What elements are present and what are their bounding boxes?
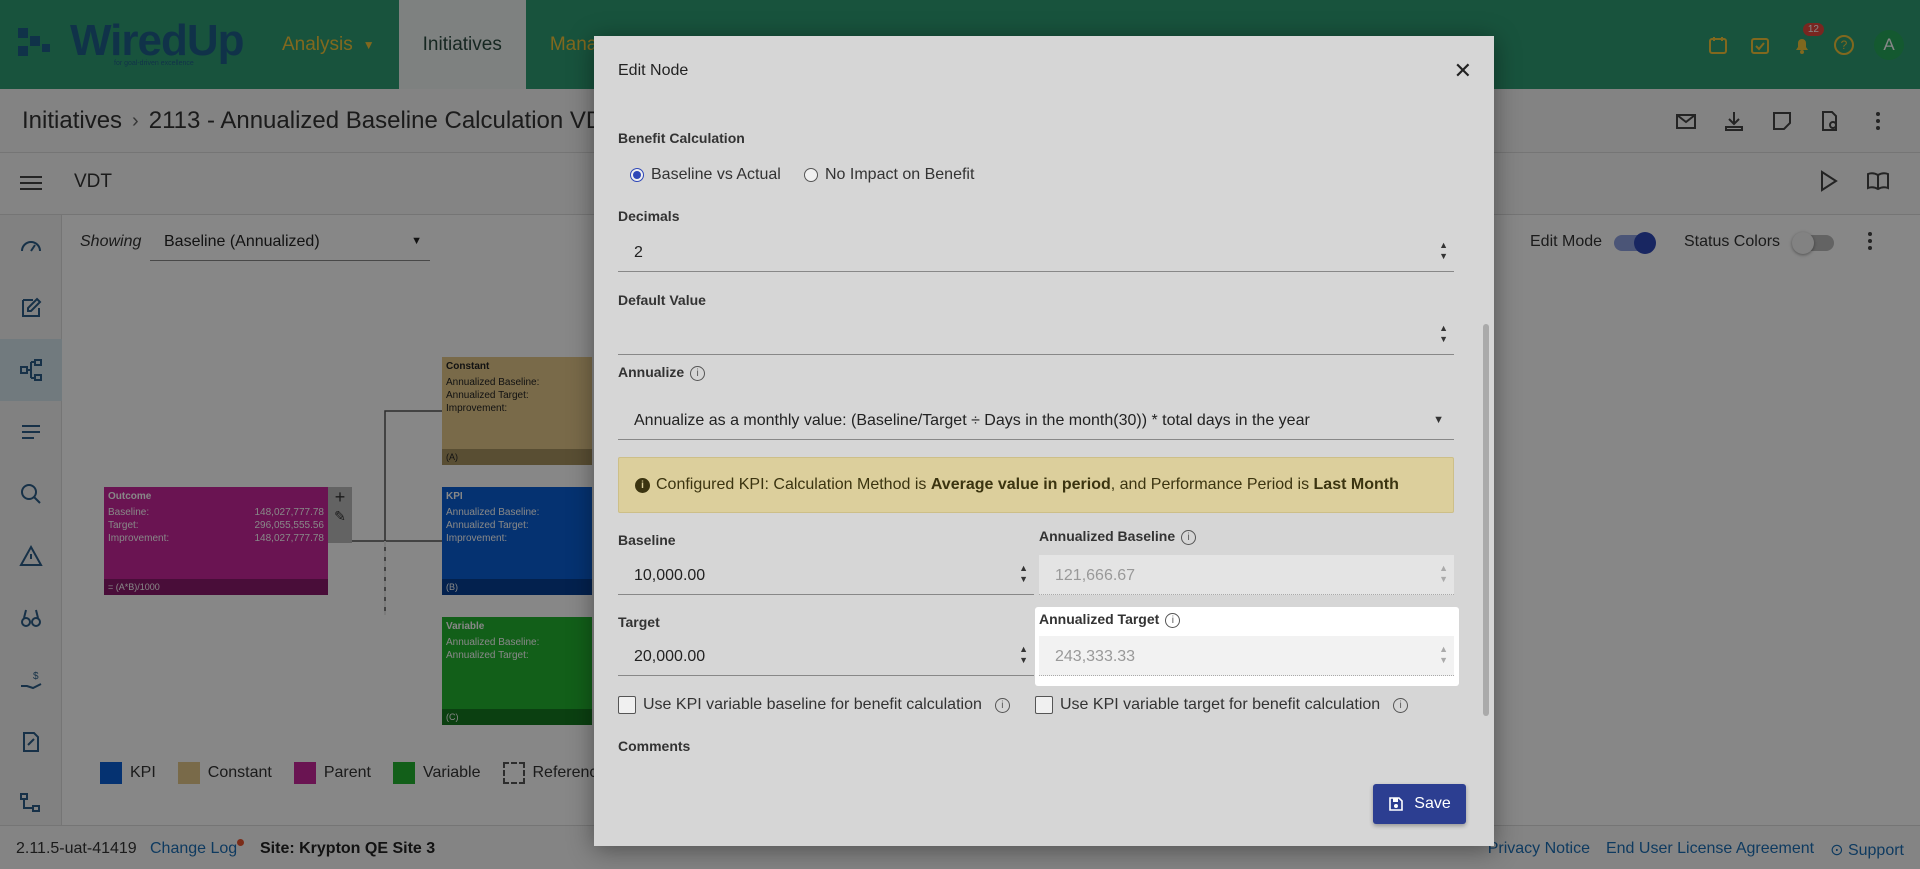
info-icon[interactable]: i	[1393, 697, 1409, 713]
save-icon	[1389, 797, 1404, 811]
baseline-input[interactable]: 10,000.00 ▲ ▼	[618, 555, 1034, 595]
comments-label: Comments	[618, 738, 691, 754]
baseline-label: Baseline	[618, 532, 676, 548]
annualize-select[interactable]: Annualize as a monthly value: (Baseline/…	[618, 400, 1454, 440]
notice-period: Last Month	[1313, 476, 1399, 493]
annualized-target-label-text: Annualized Target	[1039, 611, 1160, 627]
target-input[interactable]: 20,000.00 ▲ ▼	[618, 636, 1034, 676]
radio-label: No Impact on Benefit	[825, 166, 975, 183]
use-kpi-baseline-checkbox[interactable]: Use KPI variable baseline for benefit ca…	[618, 696, 1010, 714]
radio-label: Baseline vs Actual	[651, 166, 781, 183]
edit-node-dialog: Edit Node ✕ Benefit Calculation Baseline…	[594, 36, 1494, 846]
annualize-label-text: Annualize	[618, 364, 685, 380]
annualized-target-label: Annualized Target i	[1039, 611, 1181, 628]
dialog-title: Edit Node	[618, 62, 689, 79]
decimals-label: Decimals	[618, 208, 680, 224]
info-icon[interactable]: i	[1165, 612, 1181, 628]
checkbox-unchecked-icon	[1035, 696, 1053, 714]
radio-selected-icon	[630, 168, 644, 182]
checkbox-label: Use KPI variable target for benefit calc…	[1060, 696, 1381, 713]
kpi-configuration-notice: i Configured KPI: Calculation Method is …	[618, 457, 1454, 513]
stepper-icon[interactable]: ▲ ▼	[1019, 563, 1028, 585]
dialog-scrollbar-thumb[interactable]	[1483, 324, 1489, 716]
baseline-value: 10,000.00	[634, 567, 706, 584]
info-icon[interactable]: i	[690, 365, 706, 381]
info-icon[interactable]: i	[1181, 529, 1197, 545]
target-value: 20,000.00	[634, 648, 706, 665]
annualized-baseline-input: 121,666.67 ▲ ▼	[1039, 555, 1454, 595]
caret-down-icon: ▼	[1433, 414, 1444, 426]
annualized-target-value: 243,333.33	[1055, 648, 1136, 665]
checkbox-unchecked-icon	[618, 696, 636, 714]
annualize-label: Annualize i	[618, 364, 706, 381]
stepper-icon[interactable]: ▲ ▼	[1439, 240, 1448, 262]
default-value-input[interactable]: ▲ ▼	[618, 315, 1454, 355]
info-icon[interactable]: i	[994, 697, 1010, 713]
annualize-select-value: Annualize as a monthly value: (Baseline/…	[634, 412, 1310, 429]
radio-no-impact[interactable]: No Impact on Benefit	[804, 166, 974, 184]
target-label: Target	[618, 614, 660, 630]
use-kpi-target-checkbox[interactable]: Use KPI variable target for benefit calc…	[1035, 696, 1409, 714]
notice-method: Average value in period	[930, 476, 1111, 493]
annualized-target-input: 243,333.33 ▲ ▼	[1039, 636, 1454, 676]
annualized-baseline-label-text: Annualized Baseline	[1039, 528, 1176, 544]
checkbox-label: Use KPI variable baseline for benefit ca…	[643, 696, 982, 713]
default-value-label: Default Value	[618, 292, 706, 308]
notice-prefix: Configured KPI: Calculation Method is	[656, 476, 927, 493]
save-button[interactable]: Save	[1373, 784, 1466, 824]
stepper-icon[interactable]: ▲ ▼	[1439, 323, 1448, 345]
save-label: Save	[1414, 795, 1451, 812]
decimals-input[interactable]: 2 ▲ ▼	[618, 232, 1454, 272]
stepper-icon[interactable]: ▲ ▼	[1019, 644, 1028, 666]
notice-middle: , and Performance Period is	[1110, 476, 1310, 493]
benefit-calculation-label: Benefit Calculation	[618, 130, 745, 146]
close-icon[interactable]: ✕	[1454, 58, 1472, 84]
annualized-baseline-value: 121,666.67	[1055, 567, 1136, 584]
annualized-baseline-label: Annualized Baseline i	[1039, 528, 1197, 545]
radio-unselected-icon	[804, 168, 818, 182]
stepper-icon: ▲ ▼	[1439, 563, 1448, 584]
radio-baseline-vs-actual[interactable]: Baseline vs Actual	[630, 166, 781, 184]
decimals-value: 2	[634, 244, 643, 261]
info-filled-icon: i	[635, 477, 650, 493]
stepper-icon: ▲ ▼	[1439, 644, 1448, 665]
